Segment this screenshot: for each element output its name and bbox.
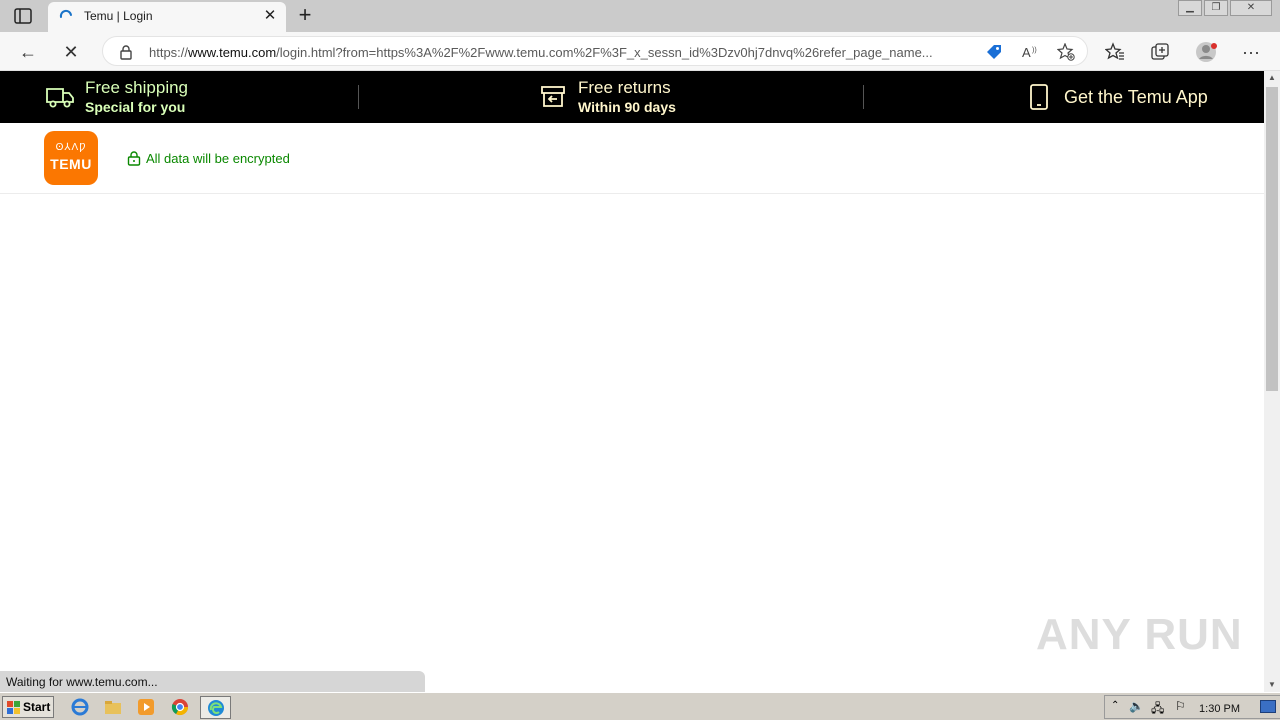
anyrun-watermark: ANY RUN xyxy=(1036,610,1243,659)
free-shipping-title: Free shipping xyxy=(85,78,189,97)
tray-expand-icon[interactable]: ⌃ xyxy=(1111,700,1119,711)
stop-loading-icon[interactable]: ✕ xyxy=(60,41,82,63)
logo-text: TEMU xyxy=(50,156,92,172)
windows-taskbar: Start ⌃ 🔈 🖧 ⚐ 1:30 PM xyxy=(0,692,1280,720)
free-shipping-subtitle: Special for you xyxy=(85,99,186,115)
edge-icon xyxy=(208,700,224,716)
phone-icon xyxy=(1030,84,1048,110)
get-app-promo[interactable]: Get the Temu App xyxy=(864,71,1264,123)
encryption-notice: All data will be encrypted xyxy=(146,151,290,166)
free-returns-promo[interactable]: Free returns Within 90 days xyxy=(359,71,863,123)
free-returns-subtitle: Within 90 days xyxy=(578,99,676,115)
browser-toolbar: ← ✕ https://www.temu.com/login.html?from… xyxy=(0,32,1280,71)
clock[interactable]: 1:30 PM xyxy=(1199,703,1240,715)
vertical-scrollbar[interactable]: ▲ ▼ xyxy=(1264,71,1280,692)
get-app-title: Get the Temu App xyxy=(1064,87,1208,107)
network-icon[interactable]: 🖧 xyxy=(1151,699,1164,720)
show-desktop-icon[interactable] xyxy=(1260,700,1276,713)
lock-icon[interactable] xyxy=(119,44,133,60)
back-arrow-icon[interactable]: ← xyxy=(17,41,39,63)
site-header: ʘ⅄ɅǷ TEMU All data will be encrypted xyxy=(0,123,1264,194)
svg-text:)): )) xyxy=(1032,47,1037,54)
flag-icon[interactable]: ⚐ xyxy=(1175,699,1186,713)
tab-close-icon[interactable]: ✕ xyxy=(262,8,278,24)
free-shipping-promo[interactable]: Free shipping Special for you xyxy=(0,71,358,123)
volume-icon[interactable]: 🔈 xyxy=(1129,699,1144,713)
read-aloud-icon[interactable]: A )) xyxy=(1021,43,1039,61)
status-bar: Waiting for www.temu.com... xyxy=(0,671,425,692)
profile-avatar-icon[interactable] xyxy=(1195,40,1219,64)
more-menu-icon[interactable]: ··· xyxy=(1240,41,1262,63)
close-window-button[interactable]: ✕ xyxy=(1230,0,1272,16)
favorites-icon[interactable] xyxy=(1105,42,1125,62)
logo-glyphs: ʘ⅄ɅǷ xyxy=(55,142,87,153)
start-label: Start xyxy=(23,700,51,714)
return-box-icon xyxy=(541,86,565,107)
system-tray: ⌃ 🔈 🖧 ⚐ 1:30 PM xyxy=(1104,695,1280,719)
svg-text:A: A xyxy=(1022,45,1031,60)
shopping-tag-icon[interactable] xyxy=(985,43,1003,61)
tab-title: Temu | Login xyxy=(84,9,153,23)
internet-explorer-icon[interactable] xyxy=(71,698,89,716)
windows-logo-icon xyxy=(7,701,20,714)
tab-actions-icon[interactable] xyxy=(14,8,32,24)
media-player-icon[interactable] xyxy=(137,698,155,716)
new-tab-button[interactable]: + xyxy=(294,4,316,27)
file-explorer-icon[interactable] xyxy=(104,698,122,716)
add-favorite-icon[interactable] xyxy=(1057,43,1075,61)
browser-tab-bar: Temu | Login ✕ + ▁ ❐ ✕ xyxy=(0,0,1280,32)
collections-icon[interactable] xyxy=(1150,42,1170,62)
scroll-up-icon[interactable]: ▲ xyxy=(1264,71,1280,85)
loading-spinner-icon xyxy=(59,9,72,18)
free-returns-title: Free returns xyxy=(578,78,671,97)
browser-tab-active[interactable]: Temu | Login ✕ xyxy=(48,2,286,32)
truck-icon xyxy=(46,88,74,108)
window-controls: ▁ ❐ ✕ xyxy=(1176,0,1272,18)
url-text[interactable]: https://www.temu.com/login.html?from=htt… xyxy=(149,45,969,60)
address-bar[interactable]: https://www.temu.com/login.html?from=htt… xyxy=(102,36,1088,66)
chrome-icon[interactable] xyxy=(171,698,189,716)
restore-button[interactable]: ❐ xyxy=(1204,0,1228,16)
start-button[interactable]: Start xyxy=(2,696,54,718)
scroll-down-icon[interactable]: ▼ xyxy=(1264,678,1280,692)
minimize-button[interactable]: ▁ xyxy=(1178,0,1202,16)
scroll-thumb[interactable] xyxy=(1266,87,1278,391)
temu-logo[interactable]: ʘ⅄ɅǷ TEMU xyxy=(44,131,98,185)
lock-icon xyxy=(127,151,141,166)
taskbar-edge-active[interactable] xyxy=(200,696,231,719)
promo-banner: Free shipping Special for you Free retur… xyxy=(0,71,1264,123)
